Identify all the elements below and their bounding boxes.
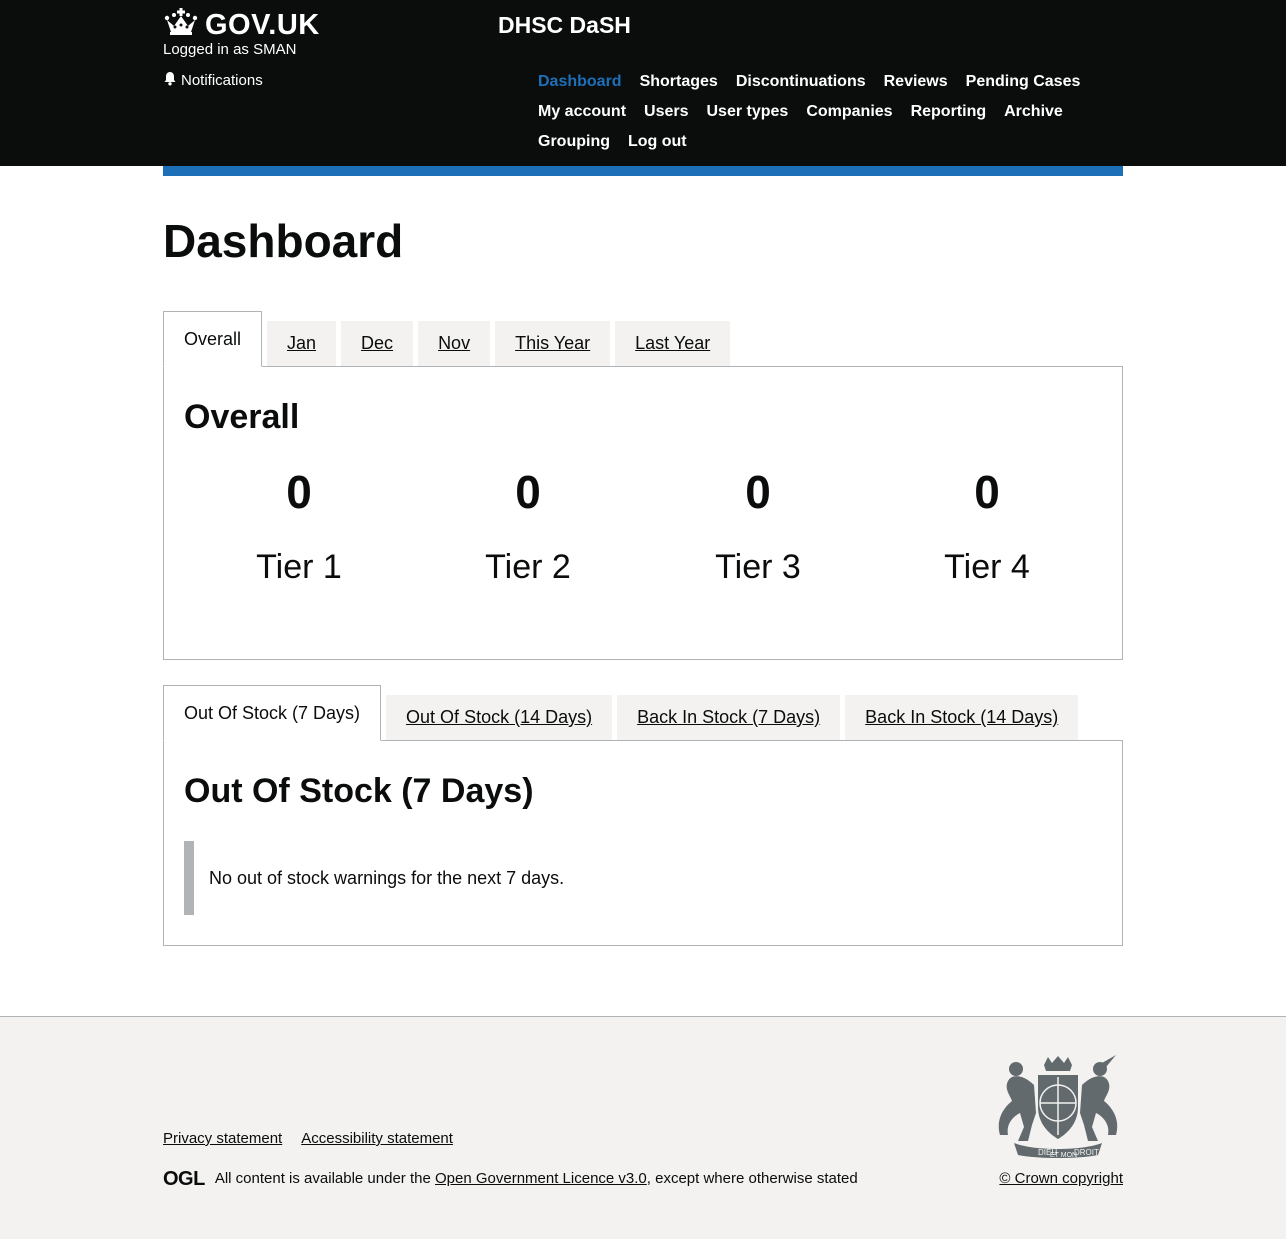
- licence-suffix: , except where otherwise stated: [646, 1170, 858, 1187]
- nav-pending-cases[interactable]: Pending Cases: [966, 67, 1081, 97]
- header-accent-bar: [163, 166, 1123, 176]
- inset-message: No out of stock warnings for the next 7 …: [184, 841, 564, 915]
- licence-text: All content is available under the Open …: [215, 1170, 858, 1188]
- service-name[interactable]: DHSC DaSH: [498, 11, 631, 39]
- tab-overall[interactable]: Overall: [163, 311, 263, 367]
- nav-grouping[interactable]: Grouping: [538, 127, 610, 157]
- nav-shortages[interactable]: Shortages: [640, 67, 718, 97]
- period-tabs: Overall Jan Dec Nov This Year Last Year: [163, 311, 735, 367]
- nav-companies[interactable]: Companies: [806, 97, 892, 127]
- stock-tabs: Out Of Stock (7 Days) Out Of Stock (14 D…: [163, 685, 1083, 741]
- tab-last-year[interactable]: Last Year: [615, 321, 731, 366]
- notifications-link[interactable]: Notifications: [163, 71, 263, 91]
- ogl-logo-icon: OGL: [163, 1168, 205, 1190]
- accessibility-statement-link[interactable]: Accessibility statement: [301, 1130, 453, 1148]
- nav-user-types[interactable]: User types: [707, 97, 789, 127]
- nav-reviews[interactable]: Reviews: [884, 67, 948, 97]
- tier-label: Tier 1: [256, 548, 342, 586]
- tier-count: 0: [286, 466, 312, 518]
- tier-count: 0: [515, 466, 541, 518]
- licence-line: OGL All content is available under the O…: [163, 1169, 858, 1189]
- crown-icon: [163, 8, 199, 41]
- crown-copyright-link[interactable]: © Crown copyright: [999, 1170, 1123, 1188]
- nav-dashboard[interactable]: Dashboard: [538, 67, 622, 97]
- tier-count: 0: [974, 466, 1000, 518]
- tier-2-stat: 0 Tier 2: [413, 465, 643, 587]
- tab-dec[interactable]: Dec: [341, 321, 414, 366]
- nav-discontinuations[interactable]: Discontinuations: [736, 67, 866, 97]
- notifications-label: Notifications: [181, 72, 263, 89]
- tier-label: Tier 3: [715, 548, 801, 586]
- primary-nav: Dashboard Shortages Discontinuations Rev…: [538, 67, 1098, 157]
- site-footer: Privacy statement Accessibility statemen…: [0, 1016, 1286, 1239]
- nav-reporting[interactable]: Reporting: [911, 97, 987, 127]
- nav-log-out[interactable]: Log out: [628, 127, 687, 157]
- govuk-logo[interactable]: GOV.UK: [163, 8, 320, 41]
- tab-back-in-stock-7[interactable]: Back In Stock (7 Days): [617, 695, 841, 740]
- site-header: GOV.UK Logged in as SMAN Notifications D…: [0, 0, 1286, 166]
- logo-text: GOV.UK: [205, 8, 320, 41]
- tab-jan[interactable]: Jan: [267, 321, 337, 366]
- stock-panel: Out Of Stock (7 Days) No out of stock wa…: [163, 740, 1123, 946]
- nav-my-account[interactable]: My account: [538, 97, 626, 127]
- tab-back-in-stock-14[interactable]: Back In Stock (14 Days): [845, 695, 1079, 740]
- crest-motto-right: DROIT: [1074, 1148, 1099, 1157]
- nav-archive[interactable]: Archive: [1004, 97, 1063, 127]
- tier-1-stat: 0 Tier 1: [184, 465, 414, 587]
- nav-users[interactable]: Users: [644, 97, 688, 127]
- stock-panel-title: Out Of Stock (7 Days): [184, 772, 534, 810]
- tab-out-of-stock-7[interactable]: Out Of Stock (7 Days): [163, 685, 382, 741]
- overall-panel-title: Overall: [184, 398, 300, 436]
- licence-prefix: All content is available under the: [214, 1170, 435, 1187]
- tier-3-stat: 0 Tier 3: [643, 465, 873, 587]
- page-title: Dashboard: [163, 215, 404, 267]
- tier-label: Tier 2: [485, 548, 571, 586]
- overall-panel: Overall 0 Tier 1 0 Tier 2 0 Tier 3 0 Tie…: [163, 366, 1123, 660]
- privacy-statement-link[interactable]: Privacy statement: [163, 1130, 282, 1148]
- tier-count: 0: [745, 466, 771, 518]
- royal-coat-of-arms-icon: DIEU ET MON DROIT: [994, 1055, 1122, 1164]
- tab-this-year[interactable]: This Year: [495, 321, 611, 366]
- tier-4-stat: 0 Tier 4: [872, 465, 1102, 587]
- tier-label: Tier 4: [944, 548, 1030, 586]
- logged-in-text: Logged in as SMAN: [163, 41, 297, 58]
- bell-icon: [163, 71, 177, 91]
- tab-nov[interactable]: Nov: [418, 321, 491, 366]
- footer-links: Privacy statement Accessibility statemen…: [163, 1130, 453, 1148]
- tab-out-of-stock-14[interactable]: Out Of Stock (14 Days): [386, 695, 613, 740]
- open-government-licence-link[interactable]: Open Government Licence v3.0: [435, 1170, 647, 1187]
